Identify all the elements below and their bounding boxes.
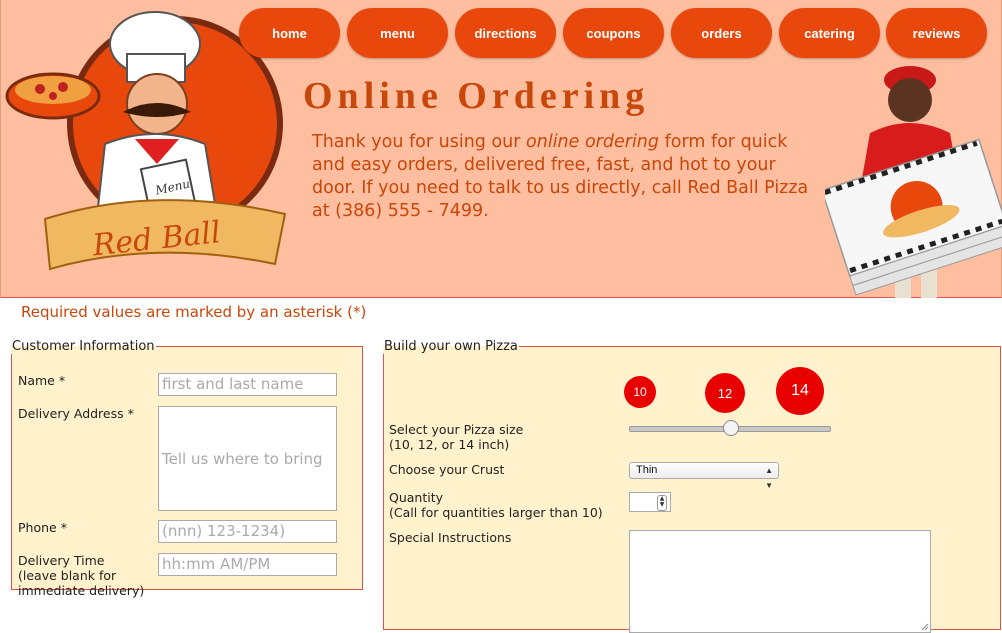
crust-label: Choose your Crust [389,462,505,477]
size-10-circle: 10 [624,376,656,408]
delivery-time-label: Delivery Time [18,553,105,568]
size-12-circle: 12 [705,373,745,413]
delivery-person-image [825,66,1002,298]
delivery-address-input[interactable]: Tell us where to bring [158,406,337,511]
size-14-circle: 14 [776,367,824,415]
nav-reviews-button[interactable]: reviews [886,8,987,58]
delivery-address-label: Delivery Address * [18,406,134,421]
quantity-label: Quantity [389,490,444,505]
phone-input[interactable]: (nnn) 123-1234) [158,520,337,543]
crust-select-value: Thin [636,464,658,476]
stepper-arrows-icon[interactable]: ▲ ▼ [657,495,667,511]
special-instructions-label: Special Instructions [389,530,512,545]
nav-catering-button[interactable]: catering [779,8,880,58]
nav-menu-button[interactable]: menu [347,8,448,58]
special-instructions-input[interactable] [629,530,931,633]
select-arrows-icon: ▲ ▼ [765,466,773,490]
build-pizza-fieldset: Build your own Pizza 10 12 14 Select you… [383,339,1001,633]
nav-directions-button[interactable]: directions [455,8,556,58]
build-pizza-legend: Build your own Pizza [384,339,518,354]
page-title: Online Ordering [303,75,650,117]
pizza-size-slider-thumb[interactable] [723,420,739,436]
intro-text-part-1: Thank you for using our [312,132,527,152]
nav-orders-button[interactable]: orders [671,8,772,58]
required-note: Required values are marked by an asteris… [21,303,367,321]
name-input[interactable]: first and last name [158,373,337,396]
pizza-size-note: (10, 12, or 14 inch) [389,437,510,452]
quantity-stepper[interactable]: ▲ ▼ [629,492,671,512]
nav-home-button[interactable]: home [239,8,340,58]
nav-coupons-button[interactable]: coupons [563,8,664,58]
intro-text-emphasis: online ordering [526,132,660,152]
main-nav: home menu directions coupons orders cate… [239,8,991,58]
crust-select[interactable]: Thin ▲ ▼ [629,462,779,490]
phone-label: Phone * [18,520,67,535]
quantity-note: (Call for quantities larger than 10) [389,505,603,520]
customer-info-legend: Customer Information [12,339,155,354]
customer-info-fieldset: Customer Information Name * first and la… [11,339,363,598]
name-label: Name * [18,373,66,388]
intro-text: Thank you for using our online ordering … [312,131,812,223]
page-header: Menu Red Ball home menu directions coupo… [0,0,1002,298]
delivery-time-input[interactable]: hh:mm AM/PM [158,553,337,576]
delivery-time-note-1: (leave blank for [18,568,117,583]
pizza-size-label: Select your Pizza size [389,422,524,437]
delivery-time-note-2: immediate delivery) [18,583,145,598]
